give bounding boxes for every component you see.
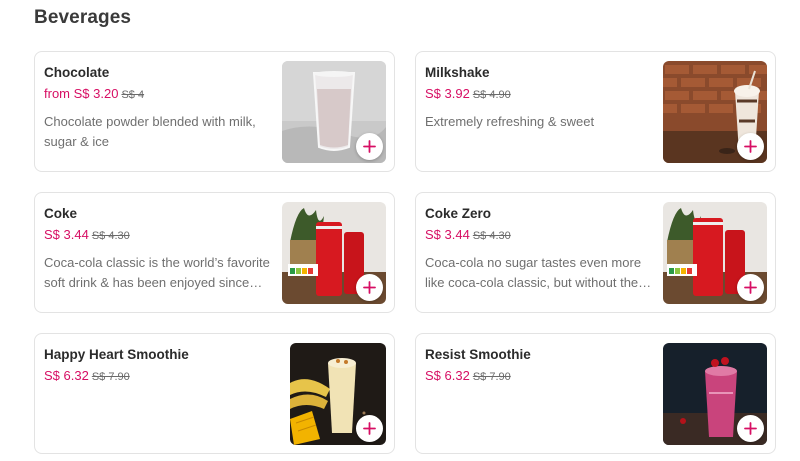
plus-icon	[363, 422, 376, 435]
menu-item-card[interactable]: Chocolate from S$ 3.20 S$ 4 Chocolate pow…	[34, 51, 395, 172]
add-to-cart-button[interactable]	[737, 133, 764, 160]
original-price: S$ 4.30	[472, 230, 511, 242]
original-price: S$ 7.90	[91, 371, 130, 383]
current-price: S$ 3.92	[425, 86, 470, 101]
item-image	[663, 61, 767, 163]
plus-icon	[744, 422, 757, 435]
menu-item-card[interactable]: Coke S$ 3.44 S$ 4.30 Coca-cola classic is…	[34, 192, 395, 313]
current-price: S$ 3.44	[44, 227, 89, 242]
menu-item-card[interactable]: Resist Smoothie S$ 6.32 S$ 7.90	[415, 333, 776, 454]
item-description	[44, 394, 282, 434]
item-description: Coca-cola no sugar tastes even more like…	[425, 255, 652, 290]
item-description	[425, 394, 663, 434]
price-prefix: from	[44, 86, 74, 101]
original-price: S$ 4.30	[91, 230, 130, 242]
item-name: Milkshake	[425, 65, 490, 80]
item-description: Extremely refreshing & sweet	[425, 114, 595, 129]
price-row: S$ 3.44 S$ 4.30	[425, 227, 663, 244]
original-price: S$ 4	[121, 89, 145, 101]
original-price: S$ 4.90	[472, 89, 511, 101]
item-image	[282, 61, 386, 163]
item-image	[282, 202, 386, 304]
menu-grid: Chocolate from S$ 3.20 S$ 4 Chocolate pow…	[34, 51, 776, 454]
add-to-cart-button[interactable]	[737, 415, 764, 442]
add-to-cart-button[interactable]	[356, 274, 383, 301]
current-price: S$ 3.44	[425, 227, 470, 242]
menu-item-card[interactable]: Coke Zero S$ 3.44 S$ 4.30 Coca-cola no su…	[415, 192, 776, 313]
current-price: S$ 6.32	[44, 368, 89, 383]
price-row: S$ 6.32 S$ 7.90	[425, 368, 663, 385]
add-to-cart-button[interactable]	[356, 133, 383, 160]
price-row: S$ 6.32 S$ 7.90	[44, 368, 282, 385]
item-name: Coke	[44, 206, 78, 221]
plus-icon	[363, 281, 376, 294]
item-name: Resist Smoothie	[425, 347, 531, 362]
item-name: Chocolate	[44, 65, 110, 80]
item-description: Chocolate powder blended with milk, suga…	[44, 114, 256, 149]
plus-icon	[744, 281, 757, 294]
price-row: S$ 3.92 S$ 4.90	[425, 86, 663, 103]
original-price: S$ 7.90	[472, 371, 511, 383]
price-row: from S$ 3.20 S$ 4	[44, 86, 282, 103]
menu-item-card[interactable]: Happy Heart Smoothie S$ 6.32 S$ 7.90	[34, 333, 395, 454]
add-to-cart-button[interactable]	[356, 415, 383, 442]
add-to-cart-button[interactable]	[737, 274, 764, 301]
menu-item-card[interactable]: Milkshake S$ 3.92 S$ 4.90 Extremely refre…	[415, 51, 776, 172]
item-description: Coca-cola classic is the world’s favorit…	[44, 255, 270, 290]
item-name: Coke Zero	[425, 206, 492, 221]
item-name: Happy Heart Smoothie	[44, 347, 189, 362]
plus-icon	[744, 140, 757, 153]
item-image	[663, 343, 767, 445]
price-row: S$ 3.44 S$ 4.30	[44, 227, 282, 244]
section-title: Beverages	[34, 7, 132, 28]
item-image	[290, 343, 386, 445]
plus-icon	[363, 140, 376, 153]
item-image	[663, 202, 767, 304]
current-price: S$ 6.32	[425, 368, 470, 383]
current-price: S$ 3.20	[73, 86, 119, 101]
